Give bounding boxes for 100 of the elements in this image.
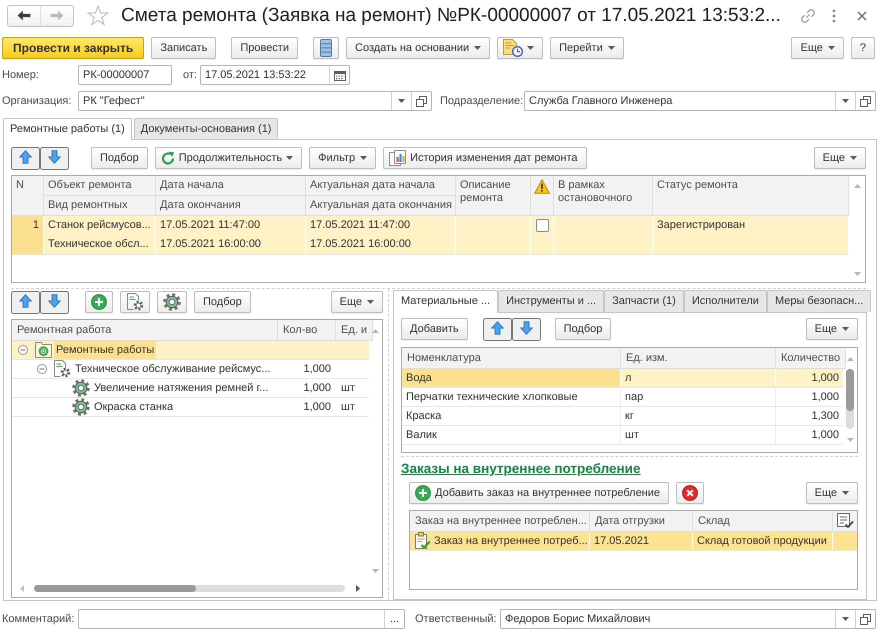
select-button[interactable]: ... xyxy=(384,610,404,628)
table-cell: Вода xyxy=(402,369,621,387)
column-header: Ремонтная работа xyxy=(12,320,278,341)
close-icon[interactable] xyxy=(857,10,867,20)
table-cell: Склад готовой продукции xyxy=(693,532,833,550)
arrow-down-icon xyxy=(520,320,533,334)
tree-node-label: Техническое обслуживание рейсмус... xyxy=(74,362,272,377)
table-row[interactable]: Вода л 1,000 xyxy=(402,369,843,388)
gear-button[interactable] xyxy=(157,291,187,313)
tree-row[interactable]: Увеличение натяжения ремней г... 1,000 шт xyxy=(12,379,369,398)
tree-row[interactable]: Ремонтные работы xyxy=(12,341,369,360)
toolbar-button[interactable]: Подбор xyxy=(554,318,612,340)
table-cell: пар xyxy=(621,388,776,406)
tab[interactable]: Документы-основания (1) xyxy=(134,118,278,139)
toolbar-button[interactable]: Подбор xyxy=(194,291,251,313)
column-header: Дата начала xyxy=(156,176,306,196)
arrow-up-icon xyxy=(490,320,504,334)
section-link[interactable]: Заказы на внутреннее потребление xyxy=(401,461,640,476)
scrollbar-thumb[interactable] xyxy=(846,369,854,411)
tab[interactable]: Исполнители xyxy=(684,290,767,312)
primary-button[interactable]: Провести и закрыть xyxy=(2,37,144,59)
document-gear-button[interactable] xyxy=(120,291,150,313)
department-field[interactable]: Служба Главного Инженера xyxy=(524,91,876,111)
menu-button[interactable]: Еще xyxy=(814,147,866,169)
move-up-button[interactable] xyxy=(482,318,512,340)
document-menu-button[interactable] xyxy=(497,37,544,59)
toolbar-button[interactable]: Провести xyxy=(231,37,298,59)
link-icon[interactable] xyxy=(800,8,816,24)
delete-button[interactable] xyxy=(676,482,704,504)
table-cell: Станок рейсмусов... xyxy=(44,216,156,235)
scroll-left-icon xyxy=(20,584,24,592)
warning-icon xyxy=(534,179,550,194)
scroll-up-icon xyxy=(372,329,379,333)
tree-row[interactable]: Окраска станка 1,000 шт xyxy=(12,398,369,417)
column-header: Дата окончания xyxy=(156,196,306,216)
number-field[interactable]: РК-00000007 xyxy=(78,65,172,85)
comment-field[interactable]: ... xyxy=(78,609,405,629)
document-list-button[interactable] xyxy=(313,37,339,59)
field-label: от: xyxy=(183,69,197,81)
move-down-button[interactable] xyxy=(40,290,69,314)
tab[interactable]: Материальные ... xyxy=(393,290,498,313)
toolbar-button[interactable]: ? xyxy=(850,37,875,59)
menu-button[interactable]: Еще xyxy=(806,318,858,340)
date-field[interactable]: 17.05.2021 13:53:22 xyxy=(200,65,350,85)
calendar-button[interactable] xyxy=(329,66,349,84)
tree-node-label: Окраска станка xyxy=(93,400,174,415)
add-button[interactable]: Добавить заказ на внутреннее потребление xyxy=(409,482,670,504)
history-button[interactable]: История изменения дат ремонта xyxy=(383,147,587,169)
column-header: Количество xyxy=(776,348,846,369)
column-header: В рамках остановочного xyxy=(554,176,653,216)
table-row[interactable]: Краска кг 1,300 xyxy=(402,407,843,426)
menu-button[interactable]: Создать на основании xyxy=(346,37,490,59)
gear-icon xyxy=(163,293,181,311)
window-title: Смета ремонта (Заявка на ремонт) №РК-00000007 от 17.05.2021 13:53:2... xyxy=(121,4,781,26)
tab[interactable]: Инструменты и ... xyxy=(498,290,604,312)
toolbar-button[interactable]: Записать xyxy=(151,37,216,59)
checkbox[interactable] xyxy=(536,219,548,232)
collapse-icon[interactable] xyxy=(37,364,47,374)
table-row[interactable]: Заказ на внутреннее потреб... 17.05.2021 Склад готовой продукции xyxy=(410,532,857,551)
menu-button[interactable]: Еще xyxy=(791,37,844,59)
arrow-left-icon xyxy=(17,10,31,21)
table-row[interactable]: 1 Станок рейсмусов... Техническое обсл... 17.05.2021 11:47:00 17.05.2021 16:00:00 17.05.2021 11:47:00 17.05.2021 16:00:00 Зарегистрирован xyxy=(12,216,849,255)
unit-text: шт xyxy=(341,401,355,413)
move-down-button[interactable] xyxy=(512,318,541,340)
menu-button[interactable]: Фильтр xyxy=(309,147,376,169)
star-icon[interactable] xyxy=(87,5,109,26)
scroll-down-icon xyxy=(846,438,854,442)
toolbar-button[interactable]: Подбор xyxy=(91,147,148,169)
document-gear-icon xyxy=(53,360,71,378)
gear-icon xyxy=(72,398,90,416)
tab[interactable]: Ремонтные работы (1) xyxy=(3,118,132,140)
refresh-menu-button[interactable]: Продолжительность xyxy=(154,147,302,169)
caret-icon xyxy=(842,617,849,621)
tab[interactable]: Меры безопасн... xyxy=(766,290,872,312)
table-row[interactable]: Перчатки технические хлопковые пар 1,000 xyxy=(402,388,843,407)
menu-button[interactable]: Еще xyxy=(806,482,858,504)
move-up-button[interactable] xyxy=(11,146,40,170)
column-header: Склад xyxy=(693,511,833,532)
plus-icon xyxy=(91,294,107,310)
move-up-button[interactable] xyxy=(11,290,40,314)
responsible-field[interactable]: Федоров Борис Михайлович xyxy=(500,609,876,629)
add-button[interactable] xyxy=(85,291,113,313)
menu-button[interactable]: Перейти xyxy=(550,37,624,59)
table-cell-text: 1,000 xyxy=(810,390,840,405)
move-down-button[interactable] xyxy=(40,146,69,170)
column-header: Кол-во xyxy=(278,320,336,341)
organization-field[interactable]: РК "Гефест" xyxy=(78,91,432,111)
table-row[interactable]: Валик шт 1,000 xyxy=(402,426,843,445)
menu-button[interactable]: Еще xyxy=(330,291,383,313)
collapse-icon[interactable] xyxy=(18,345,28,355)
field-label: Комментарий: xyxy=(2,613,74,625)
scrollbar-thumb[interactable] xyxy=(34,584,196,592)
document-check-icon xyxy=(414,532,431,550)
back-button[interactable] xyxy=(7,4,41,26)
open-icon xyxy=(860,614,871,624)
toolbar-button[interactable]: Добавить xyxy=(401,318,468,340)
tab[interactable]: Запчасти (1) xyxy=(604,290,684,312)
list-icon xyxy=(320,39,332,57)
more-vertical-icon[interactable] xyxy=(832,8,836,22)
tree-row[interactable]: Техническое обслуживание рейсмус... 1,000 xyxy=(12,360,369,379)
